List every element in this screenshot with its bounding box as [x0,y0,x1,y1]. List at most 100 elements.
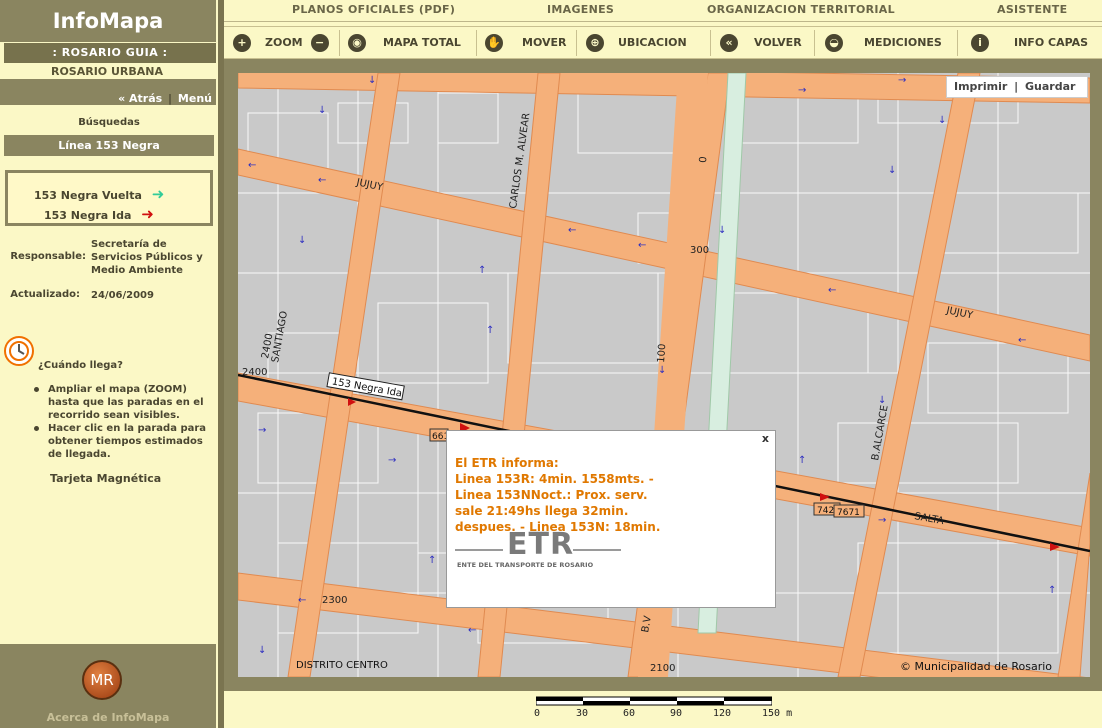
zoom-group: + ZOOM − [233,27,329,58]
copyright-label: © Municipalidad de Rosario [900,660,1053,673]
svg-text:→: → [878,515,886,526]
etr-info-line: sale 21:49hs llega 32min. [455,504,629,518]
globe-icon: ◉ [348,33,366,52]
etr-popup: x El ETR informa: Linea 153R: 4min. 1558… [446,430,776,608]
close-icon[interactable]: x [762,432,769,445]
svg-text:↑: ↑ [486,325,494,336]
responsable-value: Secretaría de Servicios Públicos y Medio… [91,239,203,276]
toolbar-separator [814,30,815,56]
svg-text:←: ← [638,240,646,251]
volver-label: VOLVER [754,36,802,49]
street-number: 300 [690,245,709,256]
busquedas-heading: Búsquedas [78,117,140,128]
tarjeta-magnetica-link[interactable]: Tarjeta Magnética [50,472,161,485]
toolbar-separator [710,30,711,56]
svg-text:↓: ↓ [888,165,896,176]
ruler-icon: ◒ [825,33,843,52]
etr-info-line: Linea 153R: 4min. 1558mts. - [455,472,654,486]
menu-asistente[interactable]: ASISTENTE [997,3,1067,16]
mediciones-label: MEDICIONES [864,36,942,49]
print-link[interactable]: Imprimir [954,80,1007,93]
toolbar-separator [576,30,577,56]
svg-text:↓: ↓ [298,235,306,246]
print-save-box: Imprimir | Guardar [946,76,1088,98]
clock-icon [4,336,34,366]
svg-text:↑: ↑ [478,265,486,276]
rewind-icon: « [720,33,738,52]
menu-planos[interactable]: PLANOS OFICIALES (PDF) [292,3,455,16]
save-link[interactable]: Guardar [1025,80,1075,93]
green-right-arrow-icon[interactable]: ➜ [152,185,165,203]
back-link[interactable]: « Atrás [118,92,162,105]
menu-link[interactable]: Menú [178,92,212,105]
etr-logo-text: ETR [507,527,575,562]
svg-text:→: → [798,85,806,96]
svg-text:↑: ↑ [428,555,436,566]
svg-text:↑: ↑ [1048,585,1056,596]
direction-ida-label[interactable]: 153 Negra Ida [44,209,131,222]
linea-title: Línea 153 Negra [4,135,214,156]
directions-box: 153 Negra Vuelta ➜ 153 Negra Ida ➜ [5,170,213,226]
help-bullet-zoom: Ampliar el mapa (ZOOM) hasta que las par… [34,383,208,422]
street-number: 2300 [322,595,347,606]
info-icon: i [971,33,989,52]
responsable-label: Responsable: [10,251,86,262]
etr-logo-subtitle: ENTE DEL TRANSPORTE DE ROSARIO [457,561,594,569]
direction-vuelta-label[interactable]: 153 Negra Vuelta [34,189,142,202]
menu-organizacion[interactable]: ORGANIZACION TERRITORIAL [707,3,895,16]
scale-tick: 150 m [762,708,793,719]
toolbar-separator [957,30,958,56]
etr-logo: ETR ENTE DEL TRANSPORTE DE ROSARIO [455,527,621,573]
street-number: 2400 [242,367,267,378]
svg-text:↓: ↓ [368,75,376,86]
actualizado-value: 24/06/2009 [91,290,154,301]
top-menu: PLANOS OFICIALES (PDF) IMAGENES ORGANIZA… [224,0,1102,22]
nav-separator: | [168,92,173,105]
mapa-total-button[interactable]: ◉ MAPA TOTAL [348,27,461,58]
svg-text:←: ← [248,160,256,171]
volver-button[interactable]: « VOLVER [720,27,802,58]
actualizado-label: Actualizado: [10,289,80,300]
info-capas-label: INFO CAPAS [1014,36,1089,49]
ubicacion-button[interactable]: ⊕ UBICACION [586,27,687,58]
mover-button[interactable]: ✋ MOVER [485,27,567,58]
street-number: 100 [656,343,668,363]
rosario-guia-link[interactable]: : ROSARIO GUIA : [4,43,216,63]
zoom-out-icon[interactable]: − [310,33,329,52]
svg-text:↓: ↓ [258,645,266,656]
mediciones-button[interactable]: ◒ MEDICIONES [825,27,942,58]
scale-tick: 60 [623,708,636,719]
street-number: 2100 [650,663,675,674]
app-title: InfoMapa [0,0,216,42]
svg-text:↓: ↓ [658,365,666,376]
toolbar-separator [476,30,477,56]
svg-text:↓: ↓ [718,225,726,236]
svg-text:←: ← [468,625,476,636]
direction-vuelta[interactable]: 153 Negra Vuelta ➜ [34,185,164,203]
direction-ida[interactable]: 153 Negra Ida ➜ [44,205,154,223]
svg-text:→: → [258,425,266,436]
toolbar-separator [339,30,340,56]
district-label: DISTRITO CENTRO [296,660,388,671]
acerca-link[interactable]: Acerca de InfoMapa [0,711,216,724]
etr-info-text: El ETR informa: Linea 153R: 4min. 1558mt… [455,455,705,535]
svg-text:←: ← [318,175,326,186]
scale-bar-graphic [536,696,772,706]
mapa-total-label: MAPA TOTAL [383,36,461,49]
cuando-llega-title: ¿Cuándo llega? [38,360,123,371]
svg-text:←: ← [298,595,306,606]
sidebar-nav-bar: « Atrás | Menú [0,79,216,105]
mr-logo: MR [82,660,122,700]
menu-imagenes[interactable]: IMAGENES [547,3,614,16]
map-toolbar: + ZOOM − ◉ MAPA TOTAL ✋ MOVER ⊕ UBICACIO… [224,26,1102,59]
rosario-urbana-label: ROSARIO URBANA [50,65,164,78]
svg-text:←: ← [568,225,576,236]
help-bullet-click: Hacer clic en la parada para obtener tie… [34,423,207,460]
svg-text:→: → [898,75,906,86]
scale-tick: 30 [576,708,589,719]
info-capas-button[interactable]: i INFO CAPAS [971,27,1088,58]
ubicacion-label: UBICACION [618,36,687,49]
zoom-in-icon[interactable]: + [233,33,251,52]
red-right-arrow-icon[interactable]: ➜ [141,205,154,223]
street-number: 0 [698,156,709,163]
